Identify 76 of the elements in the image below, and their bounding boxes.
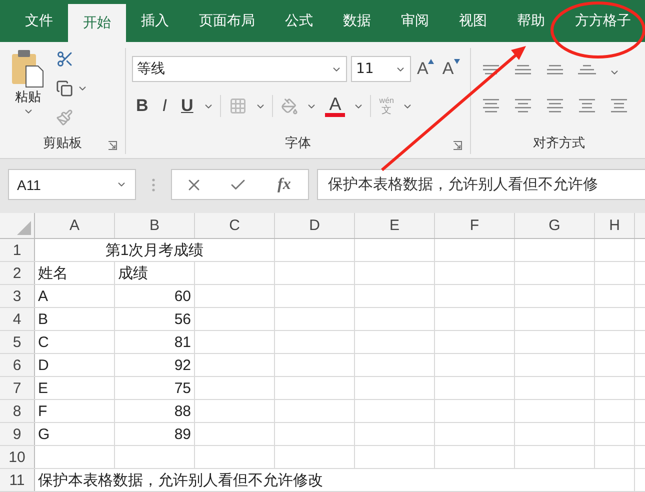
table-cell: C (35, 331, 115, 353)
font-color-button[interactable]: A (323, 95, 348, 117)
alignment-icon[interactable] (609, 98, 629, 114)
italic-button[interactable]: I (158, 94, 172, 118)
column-header[interactable]: H (595, 213, 635, 238)
name-box[interactable]: A11 (8, 169, 136, 200)
table-cell: G (35, 423, 115, 445)
font-name-select[interactable]: 等线 (132, 56, 347, 82)
grip-icon (152, 178, 155, 192)
row-header[interactable]: 5 (0, 331, 35, 353)
paste-button[interactable]: 粘贴 (6, 48, 50, 132)
table-cell: 姓名 (35, 262, 115, 284)
ribbon-tab[interactable]: 文件 (10, 0, 68, 42)
table-cell: B (35, 308, 115, 330)
row-header[interactable]: 9 (0, 423, 35, 445)
table-cell: 88 (115, 400, 195, 422)
table-cell: 92 (115, 354, 195, 376)
select-all-icon[interactable] (17, 221, 31, 235)
paint-bucket-icon[interactable] (279, 96, 300, 116)
table-cell: 89 (115, 423, 195, 445)
table-cell: 60 (115, 285, 195, 307)
table-cell: 75 (115, 377, 195, 399)
table-cell: 81 (115, 331, 195, 353)
group-label: 对齐方式 (533, 135, 585, 152)
font-size-select[interactable]: 11 (351, 56, 411, 82)
row-header[interactable]: 2 (0, 262, 35, 284)
row-header[interactable]: 1 (0, 239, 35, 261)
table-cell: 成绩 (115, 262, 195, 284)
group-label: 字体 (285, 135, 311, 152)
ribbon-tab[interactable]: 数据 (328, 0, 386, 42)
ribbon-tab[interactable]: 帮助 (502, 0, 560, 42)
table-cell: 第1次月考成绩 (35, 239, 275, 261)
column-header[interactable]: B (115, 213, 195, 238)
ribbon-tab[interactable]: 视图 (444, 0, 502, 42)
formula-field[interactable]: 保护本表格数据，允许别人看但不允许修 (317, 169, 645, 200)
ribbon-tab[interactable]: 公式 (270, 0, 328, 42)
table-cell: 保护本表格数据，允许别人看但不允许修改 (35, 469, 635, 491)
alignment-icon[interactable] (513, 98, 533, 114)
ribbon-tab[interactable]: 审阅 (386, 0, 444, 42)
clipboard-icon (10, 48, 46, 88)
ribbon-tab[interactable]: 方方格子 (560, 0, 645, 42)
ribbon-tab[interactable]: 开始 (68, 4, 126, 42)
row-header[interactable]: 4 (0, 308, 35, 330)
alignment-icon[interactable] (577, 98, 597, 114)
column-header[interactable]: A (35, 213, 115, 238)
ribbon-tab[interactable]: 页面布局 (184, 0, 270, 42)
table-cell: D (35, 354, 115, 376)
table-cell: A (35, 285, 115, 307)
column-header[interactable]: F (435, 213, 515, 238)
table-cell: E (35, 377, 115, 399)
row-header[interactable]: 3 (0, 285, 35, 307)
table-cell: F (35, 400, 115, 422)
row-header[interactable]: 8 (0, 400, 35, 422)
bold-button[interactable]: B (132, 94, 152, 118)
alignment-icon[interactable] (545, 98, 565, 114)
shrink-font-button[interactable]: A (440, 59, 462, 79)
row-header[interactable]: 7 (0, 377, 35, 399)
row-header[interactable]: 10 (0, 446, 35, 468)
column-header[interactable]: D (275, 213, 355, 238)
grow-font-button[interactable]: A (415, 59, 436, 79)
table-cell: 56 (115, 308, 195, 330)
row-header[interactable]: 6 (0, 354, 35, 376)
underline-button[interactable]: U (177, 94, 198, 118)
alignment-icon[interactable] (481, 98, 501, 114)
up-triangle-icon (428, 59, 434, 64)
down-triangle-icon (454, 59, 460, 64)
row-header[interactable]: 11 (0, 469, 35, 491)
group-label: 剪贴板 (43, 135, 82, 152)
column-header[interactable]: E (355, 213, 435, 238)
copy-icon[interactable] (54, 78, 75, 99)
column-header[interactable]: G (515, 213, 595, 238)
dialog-launcher-icon[interactable] (108, 141, 117, 150)
column-header[interactable]: C (195, 213, 275, 238)
dialog-launcher-icon[interactable] (453, 141, 462, 150)
ribbon-tab[interactable]: 插入 (126, 0, 184, 42)
insert-function-button[interactable]: fx (272, 174, 297, 194)
